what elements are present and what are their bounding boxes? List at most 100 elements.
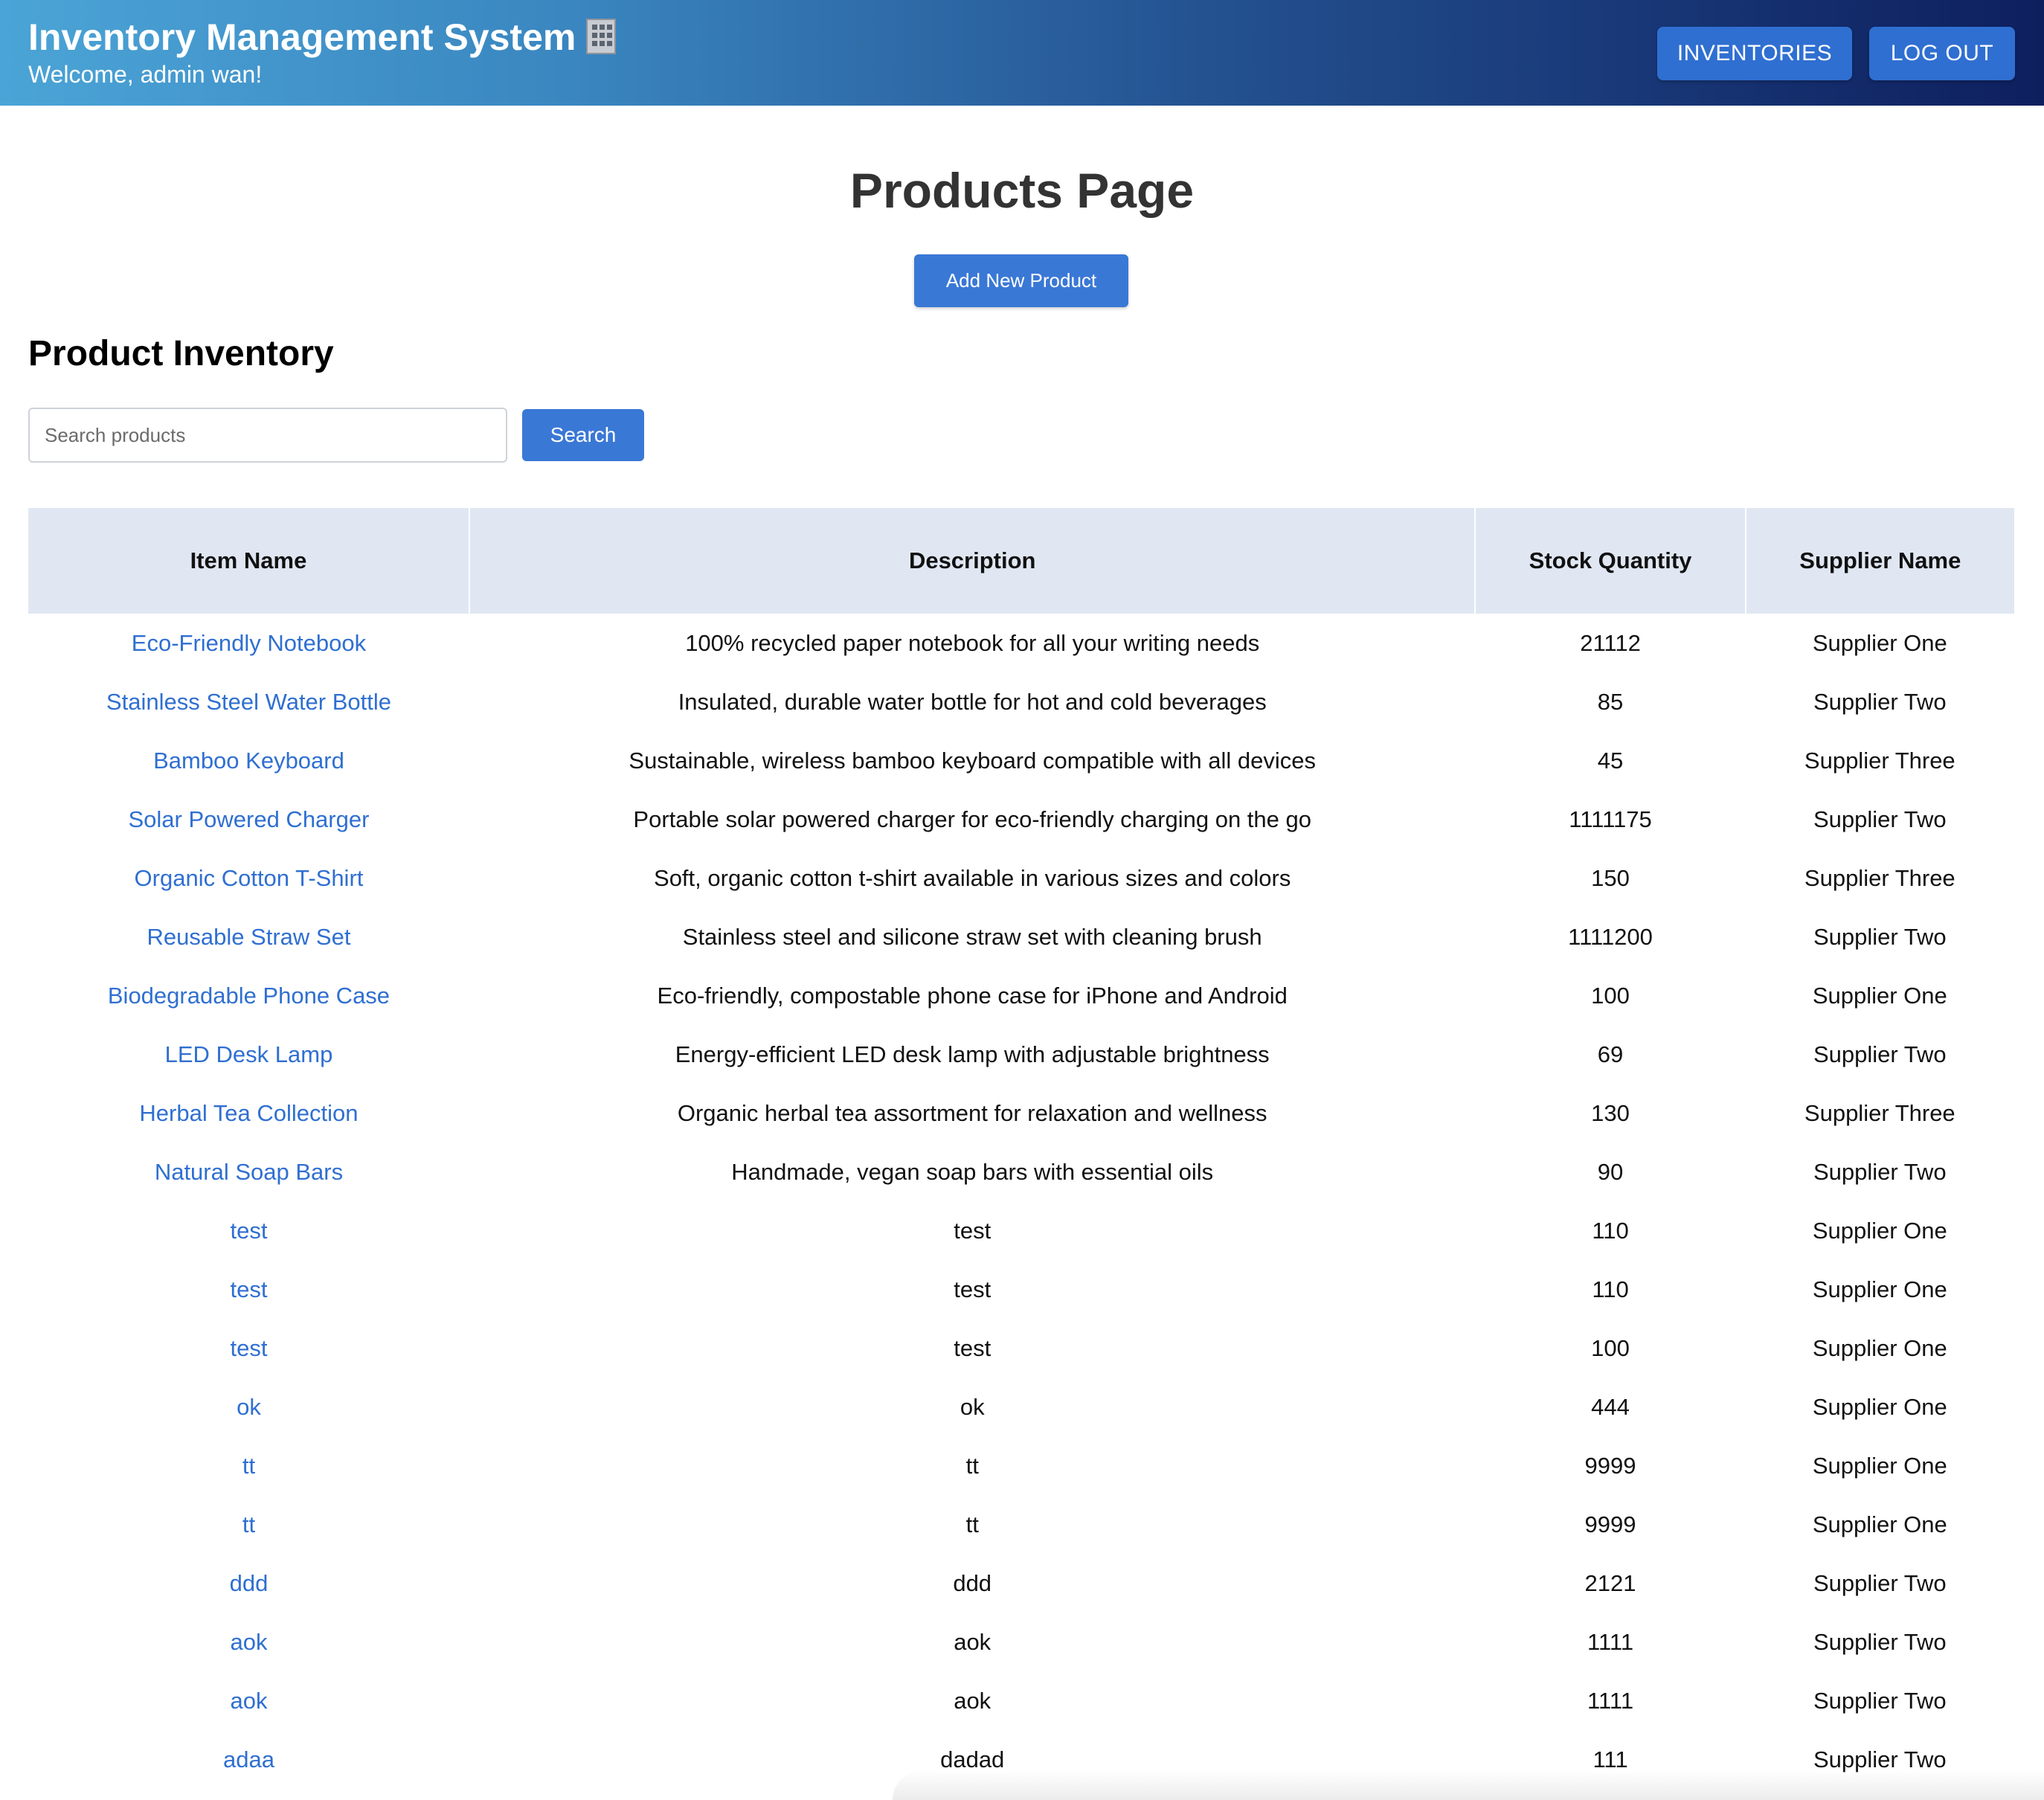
search-input[interactable] bbox=[28, 408, 507, 463]
product-stock-quantity: 150 bbox=[1591, 864, 1630, 891]
table-row: Eco-Friendly Notebook 100% recycled paper… bbox=[28, 614, 2014, 672]
product-description: test bbox=[954, 1276, 992, 1302]
product-stock-quantity: 45 bbox=[1597, 747, 1624, 774]
product-table: Item Name Description Stock Quantity Sup… bbox=[28, 508, 2014, 1789]
product-supplier-name: Supplier Two bbox=[1813, 688, 1947, 715]
product-name-link[interactable]: Bamboo Keyboard bbox=[28, 731, 469, 790]
table-row: Solar Powered Charger Portable solar powe… bbox=[28, 790, 2014, 849]
product-description: aok bbox=[954, 1687, 992, 1714]
product-description: Portable solar powered charger for eco-f… bbox=[633, 806, 1311, 832]
product-stock-quantity: 90 bbox=[1597, 1158, 1624, 1185]
product-name-link[interactable]: test bbox=[28, 1260, 469, 1319]
product-supplier-name: Supplier One bbox=[1812, 1217, 1947, 1244]
product-description: Sustainable, wireless bamboo keyboard co… bbox=[629, 747, 1316, 774]
product-name-link[interactable]: Organic Cotton T-Shirt bbox=[28, 849, 469, 907]
product-name-link[interactable]: Stainless Steel Water Bottle bbox=[28, 672, 469, 731]
product-stock-quantity: 69 bbox=[1597, 1041, 1624, 1067]
table-row: tt tt 9999 Supplier One bbox=[28, 1436, 2014, 1495]
product-name-link[interactable]: Reusable Straw Set bbox=[28, 907, 469, 966]
logout-button[interactable]: LOG OUT bbox=[1869, 27, 2015, 80]
table-row: LED Desk Lamp Energy-efficient LED desk l… bbox=[28, 1025, 2014, 1084]
product-name-link[interactable]: tt bbox=[28, 1495, 469, 1554]
product-description: Organic herbal tea assortment for relaxa… bbox=[677, 1099, 1267, 1126]
product-description: aok bbox=[954, 1628, 992, 1655]
product-description: ok bbox=[960, 1393, 985, 1420]
product-table-body: Eco-Friendly Notebook 100% recycled paper… bbox=[28, 614, 2014, 1789]
product-description: Energy-efficient LED desk lamp with adju… bbox=[675, 1041, 1270, 1067]
add-new-product-button[interactable]: Add New Product bbox=[914, 254, 1128, 307]
app-title-container: Inventory Management System bbox=[28, 13, 617, 61]
product-supplier-name: Supplier One bbox=[1812, 629, 1947, 656]
product-description: Soft, organic cotton t-shirt available i… bbox=[654, 864, 1291, 891]
product-stock-quantity: 1111175 bbox=[1569, 806, 1652, 832]
product-description: Stainless steel and silicone straw set w… bbox=[682, 923, 1262, 950]
product-name-link[interactable]: test bbox=[28, 1201, 469, 1260]
product-stock-quantity: 1111 bbox=[1587, 1628, 1634, 1655]
product-name-link[interactable]: Herbal Tea Collection bbox=[28, 1084, 469, 1142]
product-name-link[interactable]: ddd bbox=[28, 1554, 469, 1613]
product-name-link[interactable]: aok bbox=[28, 1613, 469, 1671]
table-row: aok aok 1111 Supplier Two bbox=[28, 1613, 2014, 1671]
table-row: Natural Soap Bars Handmade, vegan soap ba… bbox=[28, 1142, 2014, 1201]
product-supplier-name: Supplier Two bbox=[1813, 1687, 1947, 1714]
product-name-link[interactable]: LED Desk Lamp bbox=[28, 1025, 469, 1084]
product-supplier-name: Supplier Two bbox=[1813, 1569, 1947, 1596]
product-stock-quantity: 1111200 bbox=[1568, 923, 1653, 950]
product-stock-quantity: 2121 bbox=[1584, 1569, 1636, 1596]
product-stock-quantity: 100 bbox=[1591, 1334, 1630, 1361]
product-stock-quantity: 444 bbox=[1591, 1393, 1630, 1420]
product-supplier-name: Supplier One bbox=[1812, 1452, 1947, 1479]
search-button[interactable]: Search bbox=[522, 409, 644, 461]
product-stock-quantity: 85 bbox=[1597, 688, 1624, 715]
product-name-link[interactable]: adaa bbox=[28, 1730, 469, 1789]
product-supplier-name: Supplier One bbox=[1812, 1334, 1947, 1361]
table-row: aok aok 1111 Supplier Two bbox=[28, 1671, 2014, 1730]
product-name-link[interactable]: Eco-Friendly Notebook bbox=[28, 614, 469, 672]
product-description: test bbox=[954, 1217, 992, 1244]
table-row: tt tt 9999 Supplier One bbox=[28, 1495, 2014, 1554]
app-header: Inventory Management System Welcome, adm… bbox=[0, 0, 2044, 106]
product-stock-quantity: 1111 bbox=[1587, 1687, 1634, 1714]
product-name-link[interactable]: Biodegradable Phone Case bbox=[28, 966, 469, 1025]
inventories-button[interactable]: INVENTORIES bbox=[1657, 27, 1852, 80]
product-supplier-name: Supplier One bbox=[1812, 982, 1947, 1009]
product-supplier-name: Supplier One bbox=[1812, 1393, 1947, 1420]
product-description: 100% recycled paper notebook for all you… bbox=[685, 629, 1260, 656]
product-stock-quantity: 9999 bbox=[1584, 1452, 1636, 1479]
product-description: ddd bbox=[953, 1569, 992, 1596]
product-stock-quantity: 100 bbox=[1591, 982, 1630, 1009]
product-stock-quantity: 130 bbox=[1591, 1099, 1630, 1126]
product-description: tt bbox=[965, 1511, 979, 1537]
column-header-description[interactable]: Description bbox=[469, 508, 1476, 614]
product-stock-quantity: 111 bbox=[1593, 1746, 1628, 1772]
table-row: adaa dadad 111 Supplier Two bbox=[28, 1730, 2014, 1789]
product-supplier-name: Supplier One bbox=[1812, 1276, 1947, 1302]
product-stock-quantity: 21112 bbox=[1580, 629, 1641, 656]
product-name-link[interactable]: Natural Soap Bars bbox=[28, 1142, 469, 1201]
product-description: Insulated, durable water bottle for hot … bbox=[678, 688, 1267, 715]
table-row: test test 110 Supplier One bbox=[28, 1201, 2014, 1260]
column-header-stock-quantity[interactable]: Stock Quantity bbox=[1475, 508, 1746, 614]
product-description: Handmade, vegan soap bars with essential… bbox=[731, 1158, 1214, 1185]
product-supplier-name: Supplier Two bbox=[1813, 806, 1947, 832]
product-supplier-name: Supplier Three bbox=[1804, 747, 1955, 774]
column-header-item-name[interactable]: Item Name bbox=[28, 508, 470, 614]
product-supplier-name: Supplier Two bbox=[1813, 1628, 1947, 1655]
table-row: ok ok 444 Supplier One bbox=[28, 1378, 2014, 1436]
product-name-link[interactable]: ok bbox=[28, 1378, 469, 1436]
table-row: Organic Cotton T-Shirt Soft, organic cott… bbox=[28, 849, 2014, 907]
table-row: test test 110 Supplier One bbox=[28, 1260, 2014, 1319]
product-stock-quantity: 110 bbox=[1592, 1217, 1629, 1244]
product-name-link[interactable]: aok bbox=[28, 1671, 469, 1730]
product-name-link[interactable]: Solar Powered Charger bbox=[28, 790, 469, 849]
table-row: Bamboo Keyboard Sustainable, wireless bam… bbox=[28, 731, 2014, 790]
table-row: ddd ddd 2121 Supplier Two bbox=[28, 1554, 2014, 1613]
product-name-link[interactable]: tt bbox=[28, 1436, 469, 1495]
product-description: dadad bbox=[940, 1746, 1005, 1772]
welcome-message: Welcome, admin wan! bbox=[28, 61, 263, 88]
product-name-link[interactable]: test bbox=[28, 1319, 469, 1378]
product-description: Eco-friendly, compostable phone case for… bbox=[657, 982, 1288, 1009]
table-row: test test 100 Supplier One bbox=[28, 1319, 2014, 1378]
column-header-supplier-name[interactable]: Supplier Name bbox=[1745, 508, 2014, 614]
page-title: Products Page bbox=[849, 163, 1195, 218]
